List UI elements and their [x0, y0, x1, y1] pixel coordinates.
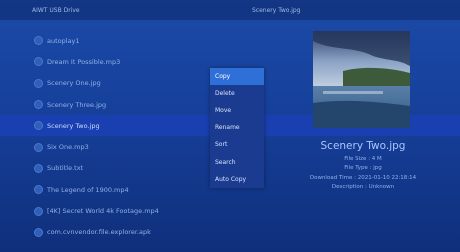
apk-file-icon [34, 227, 43, 237]
detail-description: Description : Unknown [331, 183, 395, 190]
detail-file-name: Scenery Two.jpg [320, 140, 406, 152]
music-file-icon [34, 142, 43, 152]
menu-item-sort[interactable]: Sort [210, 136, 264, 153]
image-preview [313, 31, 410, 128]
file-name: Subtitle.txt [47, 164, 84, 173]
file-name: autoplay1 [47, 36, 80, 45]
video-file-icon [34, 185, 43, 195]
file-name: Six One.mp3 [47, 143, 89, 152]
top-bar: AIWT USB Drive Scenery Two.jpg [0, 0, 460, 20]
text-file-icon [34, 163, 43, 173]
menu-item-delete[interactable]: Delete [210, 85, 264, 102]
file-name: The Legend of 1900.mp4 [47, 185, 129, 194]
file-name: [4K] Secret World 4k Footage.mp4 [47, 207, 159, 216]
scenery-thumbnail [313, 31, 410, 128]
menu-item-auto-copy[interactable]: Auto Copy [210, 171, 264, 188]
folder-icon [34, 36, 43, 46]
list-item[interactable]: com.cvnvendor.file.explorer.apk [0, 222, 460, 243]
detail-file-size: File Size : 4 M [344, 156, 382, 162]
context-menu: Copy Delete Move Rename Sort Search Auto… [210, 68, 264, 188]
detail-download-time: Download Time : 2021-01-10 22:18:14 [309, 174, 417, 181]
image-file-icon [34, 100, 43, 110]
selected-file-title: Scenery Two.jpg [252, 7, 301, 14]
menu-item-search[interactable]: Search [210, 153, 264, 170]
menu-item-copy[interactable]: Copy [210, 68, 264, 86]
file-details-panel: Scenery Two.jpg File Size : 4 M File Typ… [298, 140, 428, 192]
menu-item-rename[interactable]: Rename [210, 119, 264, 136]
file-name: Scenery One.jpg [47, 79, 101, 88]
list-item[interactable]: [4K] Secret World 4k Footage.mp4 [0, 200, 460, 221]
drive-path: AIWT USB Drive [32, 7, 80, 14]
file-name: com.cvnvendor.file.explorer.apk [47, 228, 151, 237]
video-file-icon [34, 206, 43, 216]
image-file-icon [34, 78, 43, 88]
menu-item-move[interactable]: Move [210, 102, 264, 119]
file-explorer-screen: AIWT USB Drive Scenery Two.jpg autoplay1… [0, 0, 460, 252]
detail-file-type: File Type : jpg [344, 165, 382, 172]
file-name: Scenery Three.jpg [47, 100, 107, 109]
file-name: Scenery Two.jpg [47, 121, 100, 130]
image-file-icon [34, 121, 43, 131]
file-name: Dream It Possible.mp3 [47, 57, 121, 66]
music-file-icon [34, 57, 43, 67]
